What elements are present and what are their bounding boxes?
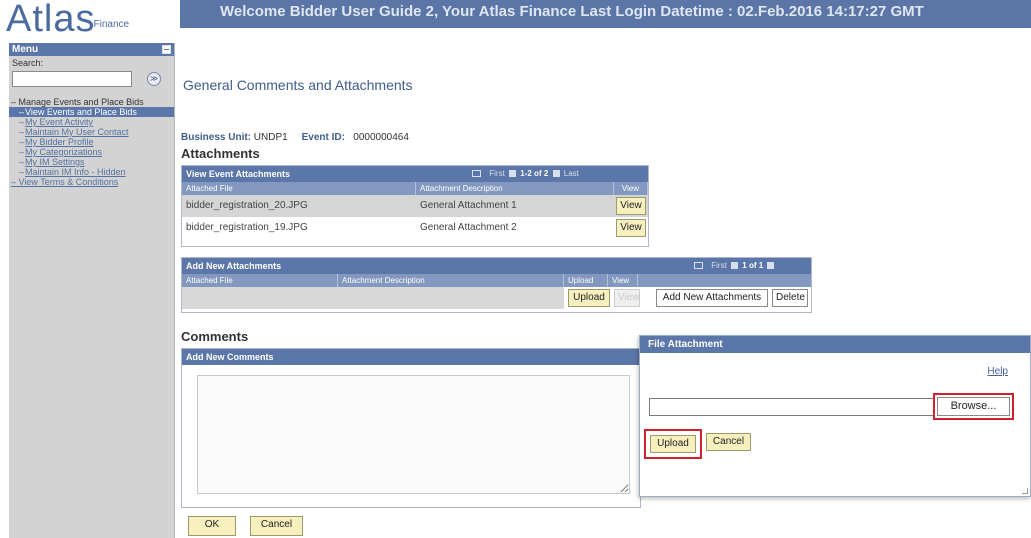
view-button[interactable]: View: [616, 197, 646, 215]
file-path-input[interactable]: [649, 398, 934, 416]
add-new-attachments-button[interactable]: Add New Attachments: [656, 289, 768, 307]
cancel-button[interactable]: Cancel: [250, 516, 303, 536]
col-view: View: [614, 182, 648, 195]
search-row: ≫: [9, 71, 174, 89]
nav-range: 1 of 1: [742, 261, 764, 270]
nav-range: 1-2 of 2: [520, 169, 549, 178]
description-cell: General Attachment 1: [420, 200, 517, 211]
header: AtlasFinance Welcome Bidder User Guide 2…: [0, 0, 1031, 42]
ok-button[interactable]: OK: [188, 516, 236, 536]
upload-button[interactable]: Upload: [650, 435, 696, 453]
table-row: bidder_registration_19.JPG General Attac…: [182, 217, 648, 239]
delete-button[interactable]: Delete: [772, 289, 808, 307]
next-icon[interactable]: [767, 262, 775, 270]
grid-header: Attached File Attachment Description Vie…: [182, 182, 648, 195]
nav-last[interactable]: Last: [564, 169, 579, 178]
welcome-text: Welcome Bidder User Guide 2, Your Atlas …: [220, 3, 924, 20]
business-unit-label: Business Unit:: [181, 132, 252, 143]
search-input[interactable]: [12, 71, 132, 87]
logo-main: Atlas: [6, 0, 96, 40]
sidebar-item-im-info[interactable]: Maintain IM Info - Hidden: [9, 167, 174, 177]
business-unit-line: Business Unit: UNDP1 Event ID: 000000046…: [181, 132, 409, 143]
comments-heading: Comments: [181, 329, 249, 344]
grid-navigation: First 1-2 of 2 Last: [472, 166, 579, 182]
sidebar-item-view-events[interactable]: View Events and Place Bids: [9, 107, 174, 117]
view-button[interactable]: View: [616, 219, 646, 237]
grid-navigation: First 1 of 1: [694, 258, 776, 274]
sidebar-menu: Menu Search: ≫ Manage Events and Place B…: [9, 43, 175, 538]
sidebar-item-user-contact[interactable]: Maintain My User Contact: [9, 127, 174, 137]
event-id-label: Event ID:: [301, 132, 345, 143]
prev-icon[interactable]: [731, 262, 739, 270]
empty-file-cell: [182, 287, 564, 309]
sidebar-item-bidder-profile[interactable]: My Bidder Profile: [9, 137, 174, 147]
sidebar-item-event-activity[interactable]: My Event Activity: [9, 117, 174, 127]
next-icon[interactable]: [552, 170, 560, 178]
business-unit-value: UNDP1: [253, 132, 288, 143]
view-cell: View: [614, 195, 648, 217]
menu-label: Menu: [12, 44, 39, 55]
col-attached-file: Attached File: [182, 274, 338, 287]
grid-title-text: Add New Attachments: [186, 261, 282, 271]
dialog-title: File Attachment: [640, 336, 1030, 353]
resize-grip-icon[interactable]: [1022, 488, 1028, 494]
comments-textarea[interactable]: [197, 375, 630, 494]
grid-title: Add New Attachments First 1 of 1: [182, 258, 811, 274]
collapse-icon[interactable]: [162, 45, 171, 54]
grid-title: View Event Attachments First 1-2 of 2 La…: [182, 166, 648, 182]
grid-title: Add New Comments: [182, 349, 640, 365]
col-description: Attachment Description: [338, 274, 564, 287]
attached-file-cell: bidder_registration_20.JPG: [186, 200, 308, 211]
grid-header: Attached File Attachment Description Upl…: [182, 274, 811, 287]
atlas-logo: AtlasFinance: [6, 0, 131, 40]
table-row: Upload View Add New Attachments Delete: [182, 287, 811, 309]
search-go-icon[interactable]: ≫: [147, 72, 161, 86]
col-attached-file: Attached File: [182, 182, 416, 195]
view-attachments-grid: View Event Attachments First 1-2 of 2 La…: [181, 165, 649, 247]
col-upload: Upload: [564, 274, 608, 287]
nav-first[interactable]: First: [711, 261, 727, 270]
nav-first[interactable]: First: [489, 169, 505, 178]
view-row-button: View: [614, 289, 640, 307]
search-label: Search:: [12, 58, 44, 68]
view-all-icon[interactable]: [694, 262, 703, 270]
file-attachment-dialog: File Attachment Help Browse... Upload Ca…: [639, 335, 1031, 497]
browse-highlight: Browse...: [933, 393, 1014, 420]
table-row: bidder_registration_20.JPG General Attac…: [182, 195, 648, 217]
view-cell: View: [614, 217, 648, 239]
upload-highlight: Upload: [644, 429, 702, 459]
welcome-bar: Welcome Bidder User Guide 2, Your Atlas …: [180, 0, 1031, 28]
description-cell: General Attachment 2: [420, 222, 517, 233]
col-view: View: [608, 274, 638, 287]
sidebar-item-categorizations[interactable]: My Categorizations: [9, 147, 174, 157]
attachments-heading: Attachments: [181, 146, 260, 161]
add-attachments-grid: Add New Attachments First 1 of 1 Attache…: [181, 257, 812, 313]
menu-header: Menu: [9, 43, 174, 56]
browse-button[interactable]: Browse...: [937, 397, 1010, 416]
col-description: Attachment Description: [416, 182, 614, 195]
grid-title-text: View Event Attachments: [186, 169, 291, 179]
prev-icon[interactable]: [509, 170, 517, 178]
logo-sub: Finance: [93, 19, 130, 30]
comments-grid: Add New Comments: [181, 348, 641, 508]
sidebar-item-terms[interactable]: View Terms & Conditions: [9, 177, 174, 187]
upload-row-button[interactable]: Upload: [568, 289, 610, 307]
nav-list: Manage Events and Place Bids View Events…: [9, 97, 174, 187]
dialog-cancel-button[interactable]: Cancel: [706, 433, 751, 451]
help-link[interactable]: Help: [987, 366, 1008, 377]
event-id-value: 0000000464: [353, 132, 409, 143]
page-title: General Comments and Attachments: [183, 77, 413, 93]
sidebar-item-manage-events[interactable]: Manage Events and Place Bids: [9, 97, 174, 107]
attached-file-cell: bidder_registration_19.JPG: [186, 222, 308, 233]
sidebar-item-im-settings[interactable]: My IM Settings: [9, 157, 174, 167]
view-all-icon[interactable]: [472, 170, 481, 178]
